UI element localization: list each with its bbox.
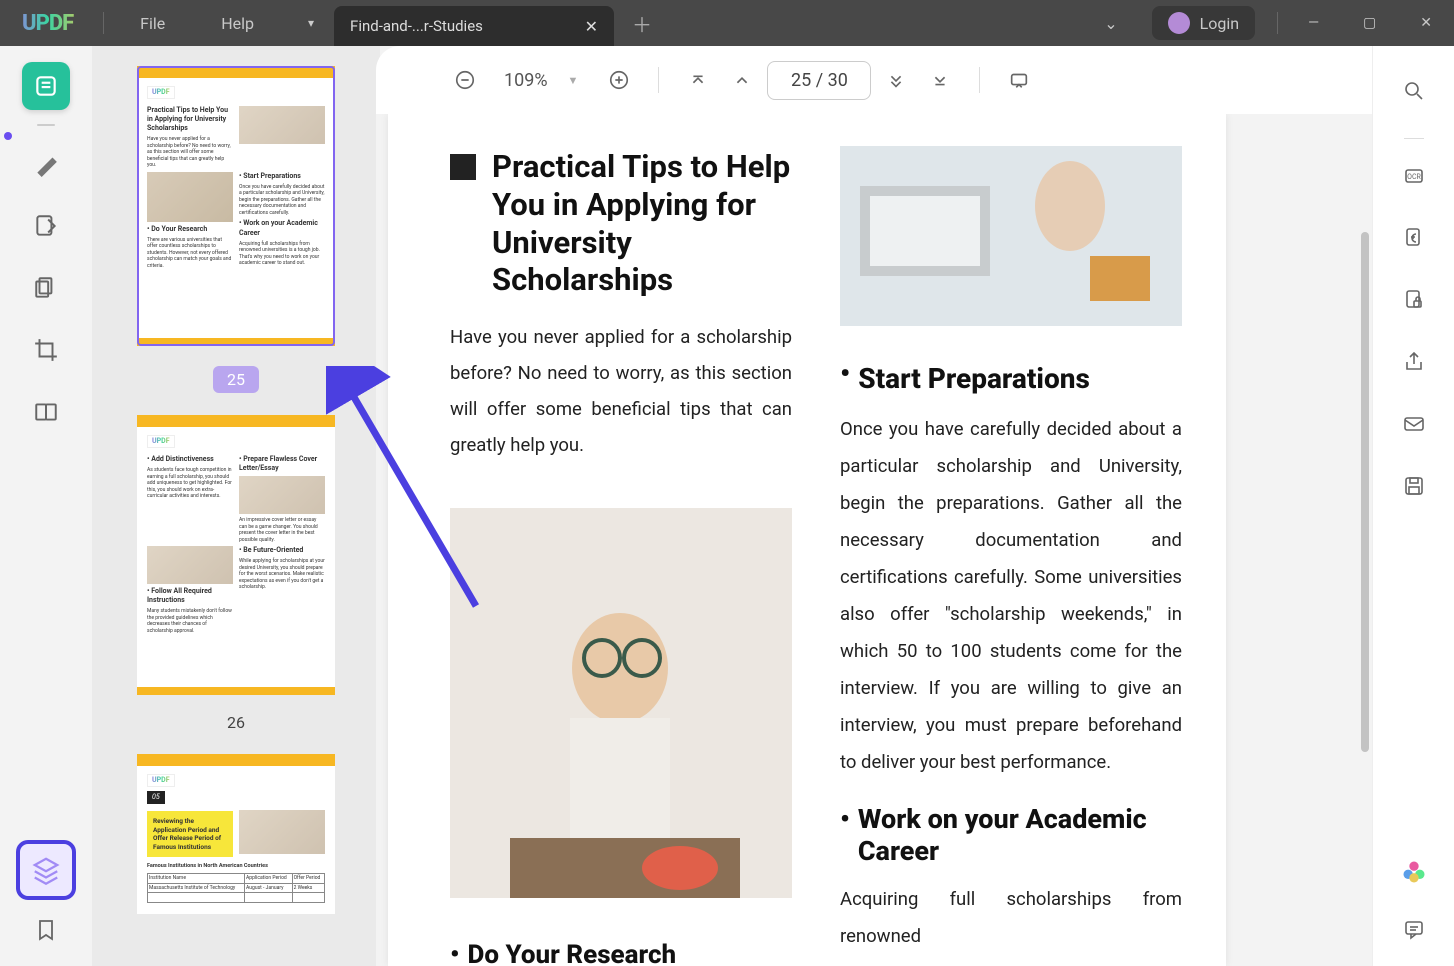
scrollbar-thumb[interactable] xyxy=(1361,232,1369,752)
zoom-dropdown-icon[interactable]: ▼ xyxy=(568,74,595,87)
content-image xyxy=(450,508,792,898)
compare-tool[interactable] xyxy=(22,388,70,436)
share-icon[interactable] xyxy=(1395,343,1433,381)
login-button[interactable]: Login xyxy=(1152,6,1255,40)
next-page-button[interactable] xyxy=(877,61,915,99)
indicator-dot xyxy=(4,132,12,140)
thumb-title: Practical Tips to Help You in Applying f… xyxy=(147,106,233,133)
menu-help[interactable]: Help xyxy=(193,14,282,33)
tab-title: Find-and-...r-Studies xyxy=(350,17,483,35)
thumbnail-page-25[interactable]: UPDF Practical Tips to Help You in Apply… xyxy=(137,66,335,346)
thumbnail-label-25: 25 xyxy=(213,366,259,393)
thumb-logo: UPDF xyxy=(147,86,175,99)
protect-icon[interactable] xyxy=(1395,281,1433,319)
menu-file[interactable]: File xyxy=(112,14,193,33)
search-icon[interactable] xyxy=(1395,72,1433,110)
thumb-sub: • Follow All Required Instructions xyxy=(147,587,233,605)
reader-tool[interactable] xyxy=(22,62,70,110)
ai-assistant-icon[interactable] xyxy=(1400,858,1428,890)
thumb-logo: UPDF xyxy=(147,435,175,448)
presentation-button[interactable] xyxy=(1000,61,1038,99)
thumb-sub: • Start Preparations xyxy=(239,172,325,181)
app-logo: UPDF xyxy=(0,11,95,36)
last-page-button[interactable] xyxy=(921,61,959,99)
page-number-input[interactable]: 25 / 30 xyxy=(767,61,871,100)
subheading-start: •Start Preparations xyxy=(840,362,1182,395)
tab-close-icon[interactable]: ✕ xyxy=(567,17,598,36)
prev-page-button[interactable] xyxy=(723,61,761,99)
avatar-icon xyxy=(1168,12,1190,34)
title-bar: UPDF File Help ▾ Find-and-...r-Studies ✕… xyxy=(0,0,1454,46)
crop-tool[interactable] xyxy=(22,326,70,374)
svg-text:OCR: OCR xyxy=(1407,173,1421,181)
thumb-logo: UPDF xyxy=(147,774,175,787)
save-icon[interactable] xyxy=(1395,467,1433,505)
thumb-table-title: Famous Institutions in North American Co… xyxy=(147,863,325,870)
thumbnail-page-26[interactable]: UPDF • Add DistinctivenessAs students fa… xyxy=(137,415,335,695)
zoom-out-button[interactable] xyxy=(446,61,484,99)
body-start: Once you have carefully decided about a … xyxy=(840,411,1182,781)
window-close-icon[interactable]: ✕ xyxy=(1398,15,1454,31)
subheading-research: •Do Your Research xyxy=(450,940,792,966)
window-maximize-icon[interactable]: ▢ xyxy=(1341,15,1398,31)
separator xyxy=(658,67,659,93)
subheading-work: •Work on your Academic Career xyxy=(840,803,1182,867)
thumb-sub: • Add Distinctiveness xyxy=(147,455,233,464)
bookmark-tool[interactable] xyxy=(34,918,58,946)
ocr-icon[interactable]: OCR xyxy=(1395,157,1433,195)
separator xyxy=(979,67,980,93)
thumbnail-page-27[interactable]: UPDF 05 Reviewing the Application Period… xyxy=(137,754,335,914)
document-page: Practical Tips to Help You in Applying f… xyxy=(388,114,1226,966)
document-tab[interactable]: Find-and-...r-Studies ✕ xyxy=(334,6,614,46)
thumb-band: Reviewing the Application Period and Off… xyxy=(147,811,233,857)
thumbnail-label-26: 26 xyxy=(227,705,245,754)
window-minimize-icon[interactable]: — xyxy=(1286,15,1341,31)
thumb-sub: • Prepare Flawless Cover Letter/Essay xyxy=(239,455,325,473)
pages-tool[interactable] xyxy=(22,264,70,312)
content-image xyxy=(840,146,1182,326)
thumbnails-panel-toggle[interactable] xyxy=(16,840,76,900)
edit-tool[interactable] xyxy=(22,202,70,250)
thumb-sub: • Be Future-Oriented xyxy=(239,546,325,555)
zoom-in-button[interactable] xyxy=(600,61,638,99)
add-tab-button[interactable]: ＋ xyxy=(622,9,662,38)
body-work: Acquiring full scholarships from renowne… xyxy=(840,881,1182,955)
highlighter-tool[interactable] xyxy=(22,140,70,188)
left-tool-rail xyxy=(0,46,92,966)
separator xyxy=(103,12,104,34)
page-heading: Practical Tips to Help You in Applying f… xyxy=(492,148,792,299)
viewer: 109% ▼ 25 / 30 Practical Tips to Help Yo… xyxy=(376,46,1372,966)
tabs-overflow-icon[interactable]: ⌄ xyxy=(1084,14,1137,33)
page-area[interactable]: Practical Tips to Help You in Applying f… xyxy=(376,114,1372,966)
thumb-sub: • Do Your Research xyxy=(147,225,233,234)
separator xyxy=(1404,138,1424,139)
tab-dropdown[interactable]: ▾ xyxy=(294,8,328,38)
zoom-value[interactable]: 109% xyxy=(490,70,562,91)
email-icon[interactable] xyxy=(1395,405,1433,443)
convert-icon[interactable] xyxy=(1395,219,1433,257)
right-tool-rail: OCR xyxy=(1372,46,1454,966)
thumb-sub: • Work on your Academic Career xyxy=(239,219,325,237)
thumb-chapter-num: 05 xyxy=(147,791,165,804)
thumbnails-panel: UPDF Practical Tips to Help You in Apply… xyxy=(92,46,380,966)
comment-icon[interactable] xyxy=(1395,910,1433,948)
heading-marker xyxy=(450,154,476,180)
separator xyxy=(37,124,55,126)
first-page-button[interactable] xyxy=(679,61,717,99)
login-label: Login xyxy=(1200,14,1239,33)
intro-text: Have you never applied for a scholarship… xyxy=(450,319,792,463)
separator xyxy=(1277,12,1278,34)
viewer-toolbar: 109% ▼ 25 / 30 xyxy=(376,46,1372,114)
